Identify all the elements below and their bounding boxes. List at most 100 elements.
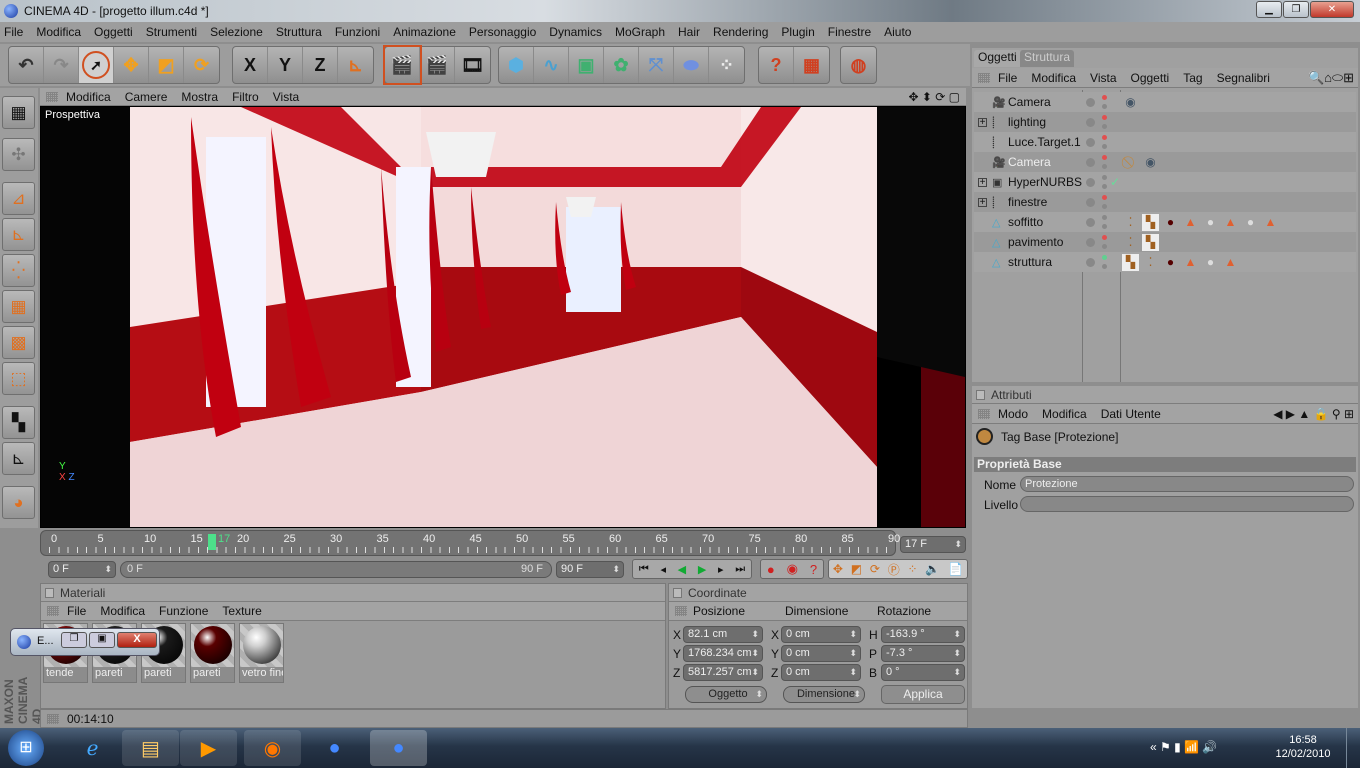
- deformer-icon[interactable]: ⤧: [639, 47, 674, 83]
- editor-visibility-dot[interactable]: [1102, 255, 1107, 260]
- show-desktop-button[interactable]: [1346, 728, 1360, 768]
- menu-strumenti[interactable]: Strumenti: [146, 25, 197, 39]
- layer-dot[interactable]: [1086, 217, 1095, 227]
- menu-animazione[interactable]: Animazione: [393, 25, 456, 39]
- texture-tag-icon[interactable]: ▚: [1122, 253, 1139, 271]
- coordinate-system-icon[interactable]: ⊾: [338, 47, 373, 83]
- coordinate-input[interactable]: 0 cm: [781, 626, 861, 643]
- nurbs-icon[interactable]: ▣: [569, 47, 604, 83]
- end-frame-field[interactable]: 90 F: [556, 561, 624, 578]
- render-visibility-dot[interactable]: [1102, 244, 1107, 249]
- layer-dot[interactable]: [1086, 197, 1095, 207]
- x-axis-lock[interactable]: X: [233, 47, 268, 83]
- object-name[interactable]: struttura: [1008, 255, 1052, 269]
- key-position-icon[interactable]: ✥: [833, 562, 843, 576]
- mat-menu-modifica[interactable]: Modifica: [100, 604, 145, 618]
- taskbar-preview-popup[interactable]: E... ❐ ▣ X: [10, 628, 160, 656]
- editor-visibility-dot[interactable]: [1102, 235, 1107, 240]
- enabled-check-icon[interactable]: ✓: [1110, 175, 1120, 189]
- texture-tag-icon[interactable]: ▚: [1142, 213, 1159, 231]
- object-name[interactable]: Camera: [1008, 95, 1051, 109]
- apply-button[interactable]: Applica: [881, 685, 965, 704]
- autokey-icon[interactable]: ◉: [787, 561, 798, 577]
- render-visibility-dot[interactable]: [1102, 264, 1107, 269]
- coordinate-input[interactable]: 0 cm: [781, 645, 861, 662]
- grip-icon[interactable]: [675, 606, 687, 616]
- layer-dot[interactable]: [1086, 137, 1095, 147]
- cube-icon[interactable]: ⬢: [499, 47, 534, 83]
- om-menu-segnalibri[interactable]: Segnalibri: [1217, 71, 1270, 85]
- coordinate-input[interactable]: -163.9 °: [881, 626, 965, 643]
- tab-struttura[interactable]: Struttura: [1020, 50, 1075, 67]
- tab-oggetti[interactable]: Oggetti: [974, 50, 1021, 67]
- object-name[interactable]: pavimento: [1008, 235, 1063, 249]
- render-visibility-dot[interactable]: [1102, 144, 1107, 149]
- mat-menu-file[interactable]: File: [67, 604, 86, 618]
- material-swatch[interactable]: vetro fine: [239, 623, 284, 683]
- key-points-icon[interactable]: ⁘: [908, 562, 918, 576]
- material-white-tag-icon[interactable]: ●: [1202, 254, 1219, 271]
- edges-mode-icon[interactable]: ▦: [2, 290, 35, 323]
- menu-rendering[interactable]: Rendering: [713, 25, 768, 39]
- material-white-tag-icon[interactable]: ●: [1242, 214, 1259, 231]
- current-frame-field[interactable]: 17 F: [900, 536, 966, 553]
- expand-icon[interactable]: +: [978, 177, 987, 187]
- coordinate-input[interactable]: 0 cm: [781, 664, 861, 681]
- particle-icon[interactable]: ⁘: [709, 47, 744, 83]
- uvw-tag-icon[interactable]: ⁚: [1142, 254, 1159, 271]
- panel-checkbox[interactable]: [976, 389, 985, 400]
- om-menu-oggetti[interactable]: Oggetti: [1131, 71, 1170, 85]
- livello-field[interactable]: [1020, 496, 1354, 512]
- model-mode-icon[interactable]: ⊿: [2, 182, 35, 215]
- om-menu-file[interactable]: File: [998, 71, 1017, 85]
- polygons-mode-icon[interactable]: ▩: [2, 326, 35, 359]
- triangle-tag-icon[interactable]: ▲: [1222, 254, 1239, 271]
- help-icon[interactable]: ?: [759, 47, 794, 83]
- play-backward-icon[interactable]: ◀: [678, 563, 686, 576]
- key-sound-icon[interactable]: 🔈: [925, 562, 940, 576]
- uvw-tag-icon[interactable]: ⁚: [1122, 214, 1139, 231]
- layer-dot[interactable]: [1086, 157, 1095, 167]
- coordinate-input[interactable]: 5817.257 cm: [683, 664, 763, 681]
- menu-dynamics[interactable]: Dynamics: [549, 25, 602, 39]
- array-icon[interactable]: ✿: [604, 47, 639, 83]
- y-axis-lock[interactable]: Y: [268, 47, 303, 83]
- prev-frame-icon[interactable]: ◂: [660, 563, 666, 576]
- layer-dot[interactable]: [1086, 257, 1095, 267]
- vp-menu-mostra[interactable]: Mostra: [181, 90, 218, 104]
- layer-dot[interactable]: [1086, 117, 1095, 127]
- command-help-icon[interactable]: ▦: [794, 47, 829, 83]
- layer-dot[interactable]: [1086, 97, 1095, 107]
- range-slider[interactable]: 0 F 90 F: [120, 561, 552, 578]
- menu-file[interactable]: File: [4, 25, 23, 39]
- object-name[interactable]: HyperNURBS: [1008, 175, 1082, 189]
- camera-target-tag-icon[interactable]: ◉: [1142, 154, 1159, 171]
- menu-selezione[interactable]: Selezione: [210, 25, 263, 39]
- popup-close-button[interactable]: X: [117, 632, 157, 648]
- attr-menu-modifica[interactable]: Modifica: [1042, 407, 1087, 421]
- move-tool-icon[interactable]: ✥: [114, 47, 149, 83]
- render-visibility-dot[interactable]: [1102, 124, 1107, 129]
- menu-plugin[interactable]: Plugin: [781, 25, 814, 39]
- attr-menu-dati-utente[interactable]: Dati Utente: [1101, 407, 1161, 421]
- object-row[interactable]: △ pavimento ⁚ ▚: [974, 232, 1356, 252]
- key-scale-icon[interactable]: ◩: [851, 562, 862, 576]
- keyframe-help-icon[interactable]: ?: [810, 562, 817, 577]
- size-mode-select[interactable]: Dimensione: [783, 686, 865, 703]
- goto-end-icon[interactable]: ⏭: [735, 563, 745, 576]
- select-tool-icon[interactable]: ➚: [79, 47, 114, 83]
- object-row[interactable]: 🎥Camera⃠◉: [974, 152, 1356, 172]
- attr-menu-modo[interactable]: Modo: [998, 407, 1028, 421]
- clock[interactable]: 16:58 12/02/2010: [1268, 733, 1338, 761]
- taskbar-explorer-icon[interactable]: ▤: [122, 730, 179, 766]
- vp-menu-camere[interactable]: Camere: [125, 90, 168, 104]
- grip-icon[interactable]: [978, 72, 990, 83]
- layer-dot[interactable]: [1086, 237, 1095, 247]
- layout-icon[interactable]: ▦: [2, 96, 35, 129]
- coordinate-input[interactable]: 82.1 cm: [683, 626, 763, 643]
- attr-nav-icons[interactable]: ◀ ▶ ▲ 🔒 ⚲ ⊞: [1273, 407, 1354, 421]
- render-view-icon[interactable]: 🎬: [383, 45, 422, 85]
- object-select-icon[interactable]: ⬚: [2, 362, 35, 395]
- menu-personaggio[interactable]: Personaggio: [469, 25, 536, 39]
- panel-checkbox[interactable]: [45, 587, 54, 598]
